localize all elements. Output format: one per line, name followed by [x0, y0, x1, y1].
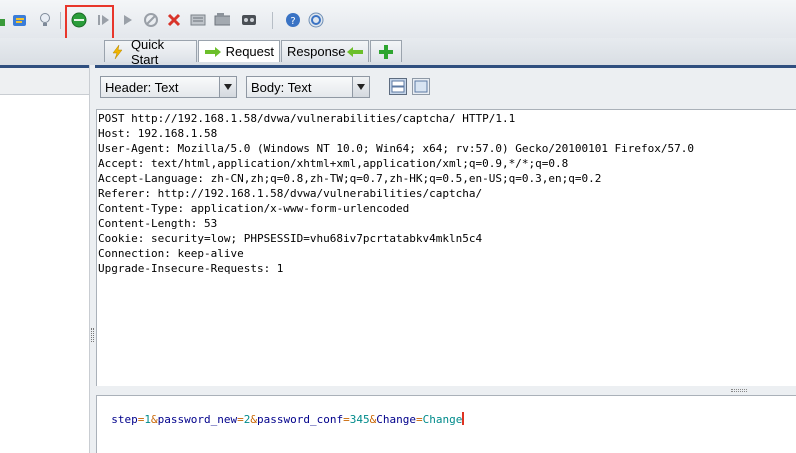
text-caret	[462, 412, 465, 425]
header-line: Upgrade-Insecure-Requests: 1	[98, 262, 284, 275]
tab-response[interactable]: Response	[281, 40, 369, 62]
splitter-grip[interactable]	[91, 328, 94, 342]
body-format-select[interactable]: Body: Text	[246, 76, 370, 98]
single-view-button[interactable]	[412, 78, 430, 95]
toolbar-separator	[60, 12, 61, 29]
refresh-icon[interactable]	[0, 14, 6, 30]
horizontal-splitter[interactable]	[96, 386, 796, 395]
header-line: POST http://192.168.1.58/dvwa/vulnerabil…	[98, 112, 516, 125]
lightbulb-icon[interactable]	[37, 12, 53, 28]
header-line: User-Agent: Mozilla/5.0 (Windows NT 10.0…	[98, 142, 695, 155]
highlight-box	[65, 5, 114, 42]
header-line: Content-Length: 53	[98, 217, 218, 230]
plus-icon	[379, 44, 393, 59]
arrow-left-icon	[346, 46, 363, 57]
header-line: Accept-Language: zh-CN,zh;q=0.8,zh-TW;q=…	[98, 172, 602, 185]
left-pane-header	[0, 68, 89, 95]
tab-request[interactable]: Request	[198, 40, 280, 62]
left-pane	[0, 65, 90, 453]
drop-icon[interactable]	[143, 12, 159, 28]
header-line: Referer: http://192.168.1.58/dvwa/vulner…	[98, 187, 483, 200]
chevron-down-icon	[219, 77, 236, 97]
help-icon[interactable]: ?	[285, 12, 301, 28]
arrow-right-icon	[205, 46, 221, 57]
split-horizontal-view-button[interactable]	[389, 78, 407, 95]
filter-icon[interactable]	[190, 12, 206, 28]
chevron-down-icon	[352, 77, 369, 97]
request-body-text: step=1&password_new=2&password_conf=345&…	[111, 412, 465, 426]
tab-add[interactable]	[370, 40, 402, 62]
cancel-icon[interactable]	[166, 12, 182, 28]
scan-icon[interactable]	[214, 12, 230, 28]
report-icon[interactable]	[308, 12, 324, 28]
header-line: Accept: text/html,application/xhtml+xml,…	[98, 157, 569, 170]
tab-quick-start[interactable]: Quick Start	[104, 37, 197, 67]
header-line: Connection: keep-alive	[98, 247, 244, 260]
header-line: Cookie: security=low; PHPSESSID=vhu68iv7…	[98, 232, 483, 245]
main-toolbar: ?	[0, 0, 796, 39]
svg-text:?: ?	[290, 16, 295, 27]
header-line: Content-Type: application/x-www-form-url…	[98, 202, 410, 215]
toolbar-separator	[272, 12, 273, 29]
lightning-icon	[112, 44, 123, 59]
header-format-select[interactable]: Header: Text	[100, 76, 237, 98]
continue-icon[interactable]	[120, 12, 136, 28]
scroll-icon[interactable]	[12, 12, 28, 28]
splitter-grip[interactable]	[731, 389, 747, 392]
header-line: Host: 192.168.1.58	[98, 127, 218, 140]
session-icon[interactable]	[241, 12, 257, 28]
pane-top-strip	[95, 65, 796, 68]
